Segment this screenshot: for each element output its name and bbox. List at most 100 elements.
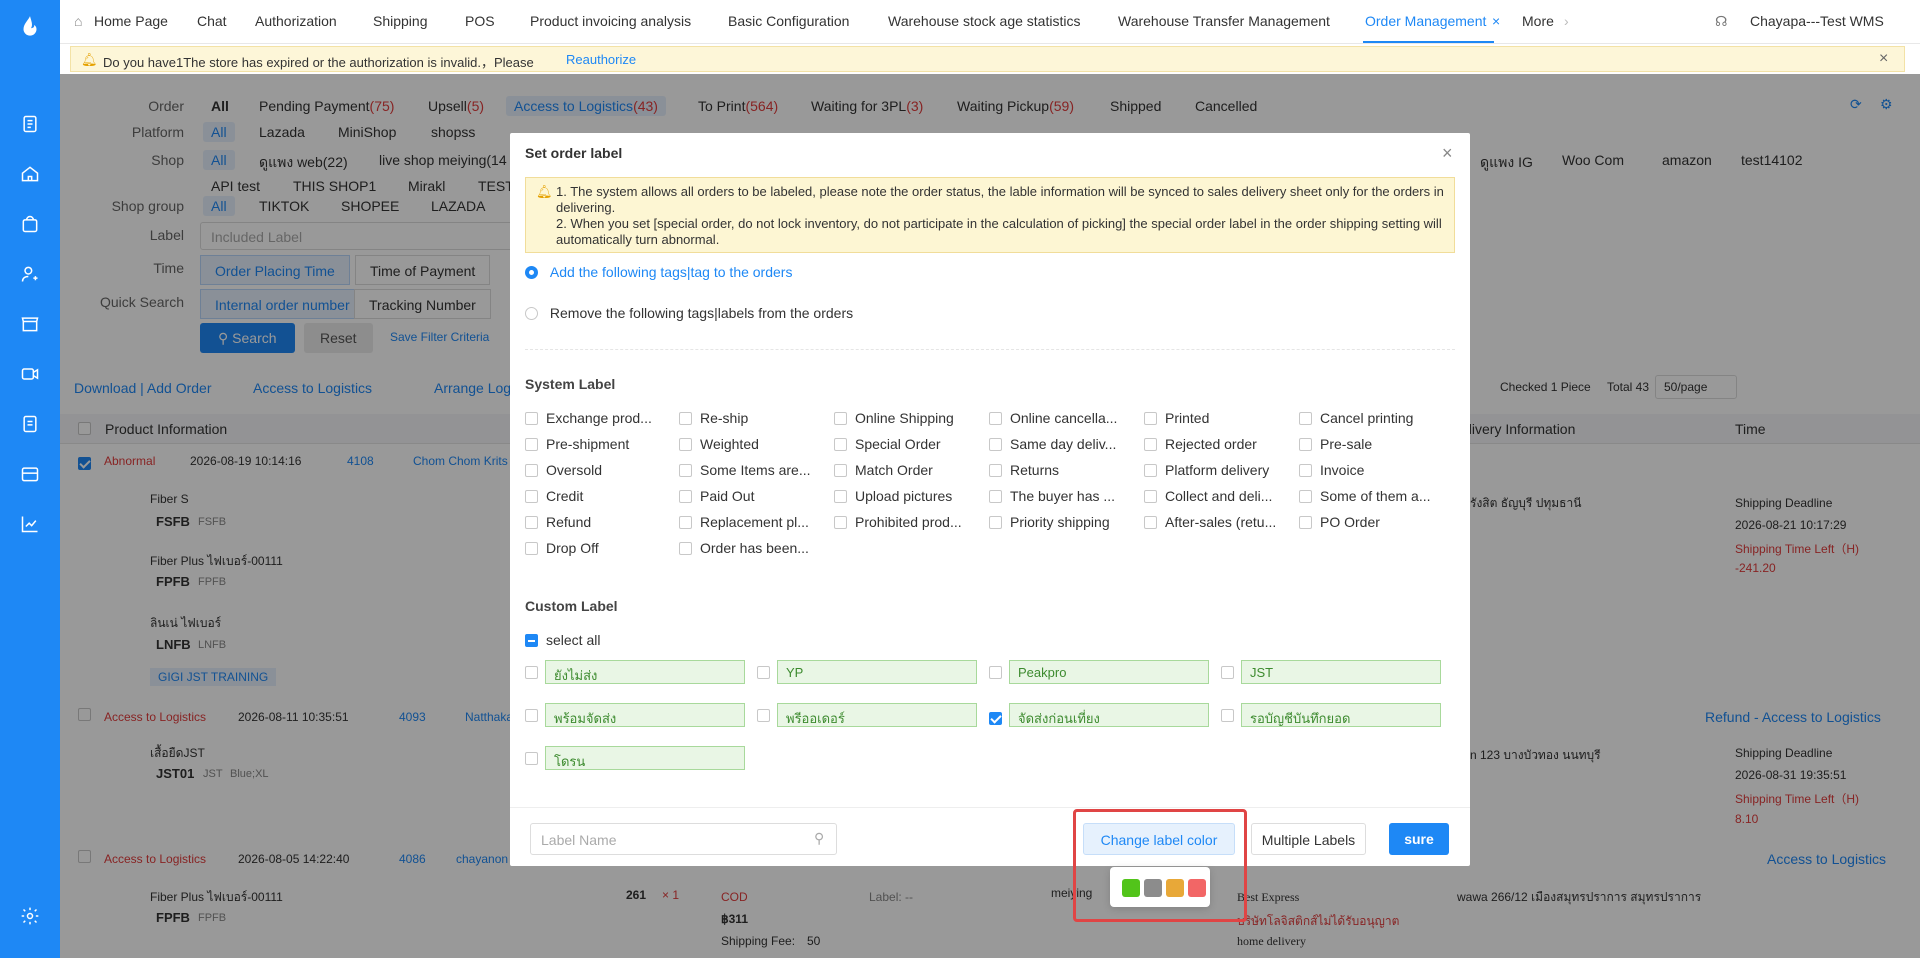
change-label-color-button[interactable]: Change label color — [1083, 823, 1235, 855]
system-label-option[interactable]: Returns — [989, 461, 1059, 478]
add-tags-radio[interactable]: Add the following tags|tag to the orders — [525, 263, 792, 280]
system-label-option[interactable]: Special Order — [834, 435, 941, 452]
system-label-option[interactable]: Cancel printing — [1299, 409, 1413, 426]
tab-product-invoicing[interactable]: Product invoicing analysis — [530, 13, 691, 29]
custom-tag-checkbox[interactable] — [757, 709, 770, 722]
system-label-option[interactable]: After-sales (retu... — [1144, 513, 1276, 530]
document-icon[interactable] — [18, 112, 42, 136]
system-label-option[interactable]: Some of them a... — [1299, 487, 1431, 504]
custom-tag-label[interactable]: พร้อมจัดส่ง — [545, 703, 745, 727]
video-icon[interactable] — [18, 362, 42, 386]
tab-chat[interactable]: Chat — [197, 13, 227, 29]
app-logo-icon[interactable] — [16, 12, 44, 42]
tab-basic-configuration[interactable]: Basic Configuration — [728, 13, 849, 29]
store-icon[interactable] — [18, 312, 42, 336]
system-label-option[interactable]: Platform delivery — [1144, 461, 1269, 478]
settings-gear-icon[interactable] — [18, 904, 42, 928]
select-all-checkbox[interactable]: select all — [525, 631, 600, 648]
system-label-option[interactable]: PO Order — [1299, 513, 1380, 530]
label-name-input[interactable]: Label Name ⚲ — [530, 823, 837, 855]
custom-label-heading: Custom Label — [525, 598, 618, 614]
system-label-option[interactable]: Pre-sale — [1299, 435, 1372, 452]
checkbox — [1144, 489, 1157, 503]
close-tab-icon[interactable]: × — [1492, 13, 1500, 29]
user-name[interactable]: Chayapa---Test WMS — [1750, 13, 1884, 29]
custom-tag-label[interactable]: พรีออเดอร์ — [777, 703, 977, 727]
checkbox — [679, 489, 692, 503]
system-label-option[interactable]: Collect and deli... — [1144, 487, 1272, 504]
system-label-option[interactable]: Re-ship — [679, 409, 748, 426]
sure-button[interactable]: sure — [1389, 823, 1449, 855]
custom-tag-checkbox[interactable] — [525, 752, 538, 765]
checkbox — [1299, 411, 1312, 425]
color-swatch-red[interactable] — [1188, 879, 1206, 897]
custom-tag-label[interactable]: JST — [1241, 660, 1441, 684]
system-label-option[interactable]: Oversold — [525, 461, 602, 478]
custom-tag-checkbox[interactable] — [989, 711, 1002, 725]
color-swatch-orange[interactable] — [1166, 879, 1184, 897]
reauthorize-link[interactable]: Reauthorize — [566, 52, 636, 67]
system-label-option[interactable]: Pre-shipment — [525, 435, 629, 452]
tab-warehouse-transfer[interactable]: Warehouse Transfer Management — [1118, 13, 1330, 29]
tab-order-management[interactable]: Order Management — [1365, 13, 1486, 29]
system-label-option[interactable]: Paid Out — [679, 487, 754, 504]
chevron-right-icon[interactable]: › — [1564, 13, 1569, 29]
tab-pos[interactable]: POS — [465, 13, 495, 29]
remove-tags-radio[interactable]: Remove the following tags|labels from th… — [525, 304, 853, 321]
custom-tag-checkbox[interactable] — [989, 666, 1002, 679]
close-icon[interactable]: × — [1879, 50, 1888, 68]
system-label-option[interactable]: Priority shipping — [989, 513, 1110, 530]
system-label-option[interactable]: Rejected order — [1144, 435, 1257, 452]
home-icon[interactable]: ⌂ — [74, 13, 82, 29]
system-label-option[interactable]: Replacement pl... — [679, 513, 809, 530]
close-icon[interactable]: × — [1442, 143, 1453, 164]
custom-tag-checkbox[interactable] — [1221, 709, 1234, 722]
custom-tag-label[interactable]: ยังไม่ส่ง — [545, 660, 745, 684]
custom-tag-label[interactable]: จัดส่งก่อนเที่ยง — [1009, 703, 1209, 727]
system-label-option[interactable]: Order has been... — [679, 539, 809, 556]
custom-tag-label[interactable]: รอบัญชีบันทึกยอด — [1241, 703, 1441, 727]
color-swatch-green[interactable] — [1122, 879, 1140, 897]
multiple-labels-button[interactable]: Multiple Labels — [1251, 823, 1366, 855]
checkbox-indeterminate — [525, 633, 538, 647]
system-label-option[interactable]: Some Items are... — [679, 461, 810, 478]
system-label-option[interactable]: Same day deliv... — [989, 435, 1116, 452]
tab-warehouse-stock-age[interactable]: Warehouse stock age statistics — [888, 13, 1080, 29]
checkbox — [525, 515, 538, 529]
checkbox — [679, 541, 692, 555]
tab-home-page[interactable]: Home Page — [94, 13, 168, 29]
color-swatch-grey[interactable] — [1144, 879, 1162, 897]
system-label-option[interactable]: Exchange prod... — [525, 409, 652, 426]
system-label-option[interactable]: Online cancella... — [989, 409, 1117, 426]
system-label-option[interactable]: The buyer has ... — [989, 487, 1115, 504]
system-label-option[interactable]: Credit — [525, 487, 583, 504]
chart-icon[interactable] — [18, 512, 42, 536]
tab-more[interactable]: More — [1522, 13, 1554, 29]
home-icon[interactable] — [18, 162, 42, 186]
tab-shipping[interactable]: Shipping — [373, 13, 428, 29]
checkbox — [1144, 515, 1157, 529]
tab-authorization[interactable]: Authorization — [255, 13, 337, 29]
system-label-option[interactable]: Refund — [525, 513, 591, 530]
custom-tag-label[interactable]: โดรน — [545, 746, 745, 770]
system-label-option[interactable]: Match Order — [834, 461, 933, 478]
warehouse-icon[interactable] — [18, 462, 42, 486]
custom-tag-checkbox[interactable] — [525, 666, 538, 679]
user-settings-icon[interactable] — [18, 262, 42, 286]
system-label-option[interactable]: Upload pictures — [834, 487, 952, 504]
custom-tag-label[interactable]: Peakpro — [1009, 660, 1209, 684]
headset-icon[interactable]: ☊ — [1715, 13, 1727, 30]
system-label-option[interactable]: Online Shipping — [834, 409, 954, 426]
system-label-option[interactable]: Drop Off — [525, 539, 599, 556]
system-label-option[interactable]: Invoice — [1299, 461, 1364, 478]
custom-tag-label[interactable]: YP — [777, 660, 977, 684]
custom-tag-checkbox[interactable] — [757, 666, 770, 679]
checkbox — [989, 489, 1002, 503]
shopping-bag-icon[interactable] — [18, 212, 42, 236]
custom-tag-checkbox[interactable] — [1221, 666, 1234, 679]
system-label-option[interactable]: Weighted — [679, 435, 759, 452]
custom-tag-checkbox[interactable] — [525, 709, 538, 722]
system-label-option[interactable]: Prohibited prod... — [834, 513, 962, 530]
system-label-option[interactable]: Printed — [1144, 409, 1209, 426]
report-icon[interactable] — [18, 412, 42, 436]
